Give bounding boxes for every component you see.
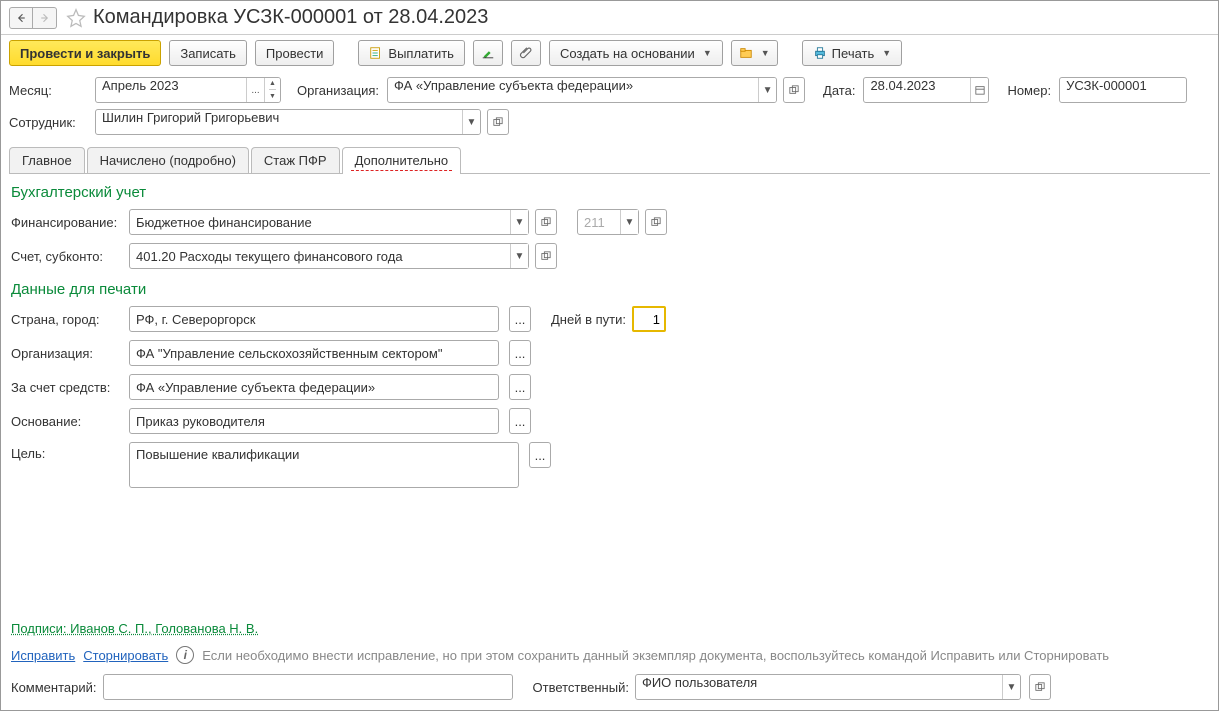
employee-dropdown[interactable]: ▼ bbox=[462, 110, 480, 134]
save-button[interactable]: Записать bbox=[169, 40, 247, 66]
correct-link[interactable]: Исправить bbox=[11, 648, 75, 663]
funds-input[interactable]: ФА «Управление субъекта федерации» bbox=[129, 374, 499, 400]
favorite-button[interactable] bbox=[65, 7, 87, 29]
employee-input[interactable]: Шилин Григорий Григорьевич ▼ bbox=[95, 109, 481, 135]
pay-button[interactable]: Выплатить bbox=[358, 40, 465, 66]
storno-link[interactable]: Сторнировать bbox=[83, 648, 168, 663]
header-form: Месяц: Апрель 2023 ... ▲▼ Организация: Ф… bbox=[1, 71, 1218, 143]
external-icon bbox=[651, 217, 661, 227]
app-window: Командировка УСЗК-000001 от 28.04.2023 П… bbox=[0, 0, 1219, 711]
highlight-button[interactable] bbox=[473, 40, 503, 66]
org-open-button[interactable] bbox=[783, 77, 805, 103]
external-icon bbox=[493, 117, 503, 127]
tab-bar: Главное Начислено (подробно) Стаж ПФР До… bbox=[9, 147, 1210, 174]
country-input[interactable]: РФ, г. Североргорск bbox=[129, 306, 499, 332]
comment-input[interactable] bbox=[103, 674, 513, 700]
toolbar: Провести и закрыть Записать Провести Вып… bbox=[1, 35, 1218, 71]
print-org-label: Организация: bbox=[11, 346, 123, 361]
org-label: Организация: bbox=[297, 83, 379, 98]
goal-input[interactable]: Повышение квалификации bbox=[129, 442, 519, 488]
forward-button[interactable] bbox=[33, 7, 57, 29]
number-input[interactable]: УСЗК-000001 bbox=[1059, 77, 1187, 103]
employee-label: Сотрудник: bbox=[9, 115, 91, 130]
funds-label: За счет средств: bbox=[11, 380, 123, 395]
responsible-open-button[interactable] bbox=[1029, 674, 1051, 700]
responsible-label: Ответственный: bbox=[533, 680, 629, 695]
paperclip-icon bbox=[519, 46, 533, 60]
tab-accrued[interactable]: Начислено (подробно) bbox=[87, 147, 249, 173]
calendar-icon bbox=[975, 85, 985, 95]
external-icon bbox=[541, 217, 551, 227]
number-label: Номер: bbox=[1007, 83, 1051, 98]
registry-button[interactable]: ▼ bbox=[731, 40, 778, 66]
account-open-button[interactable] bbox=[535, 243, 557, 269]
date-input[interactable]: 28.04.2023 bbox=[863, 77, 989, 103]
financing-open-button[interactable] bbox=[535, 209, 557, 235]
month-spinner[interactable]: ▲▼ bbox=[264, 78, 280, 102]
basis-input[interactable]: Приказ руководителя bbox=[129, 408, 499, 434]
printdata-title: Данные для печати bbox=[11, 281, 1208, 298]
create-based-on-button[interactable]: Создать на основании▼ bbox=[549, 40, 723, 66]
goal-more-button[interactable]: ... bbox=[529, 442, 551, 468]
external-icon bbox=[789, 85, 799, 95]
tab-pfr[interactable]: Стаж ПФР bbox=[251, 147, 340, 173]
folder-icon bbox=[739, 46, 753, 60]
account-dropdown[interactable]: ▼ bbox=[510, 244, 528, 268]
title-bar: Командировка УСЗК-000001 от 28.04.2023 bbox=[1, 1, 1218, 35]
print-org-input[interactable]: ФА "Управление сельскохозяйственным сект… bbox=[129, 340, 499, 366]
basis-label: Основание: bbox=[11, 414, 123, 429]
responsible-input[interactable]: ФИО пользователя ▼ bbox=[635, 674, 1021, 700]
basis-more-button[interactable]: ... bbox=[509, 408, 531, 434]
signatures-link[interactable]: Подписи: Иванов С. П., Голованова Н. В. bbox=[11, 621, 258, 636]
month-more-button[interactable]: ... bbox=[246, 78, 264, 102]
footer: Подписи: Иванов С. П., Голованова Н. В. … bbox=[1, 615, 1218, 710]
arrow-right-icon bbox=[39, 12, 51, 24]
employee-open-button[interactable] bbox=[487, 109, 509, 135]
info-icon: i bbox=[176, 646, 194, 664]
kosgu-open-button[interactable] bbox=[645, 209, 667, 235]
financing-dropdown[interactable]: ▼ bbox=[510, 210, 528, 234]
marker-icon bbox=[481, 46, 495, 60]
country-more-button[interactable]: ... bbox=[509, 306, 531, 332]
org-dropdown[interactable]: ▼ bbox=[758, 78, 776, 102]
window-title: Командировка УСЗК-000001 от 28.04.2023 bbox=[93, 6, 488, 29]
document-icon bbox=[369, 46, 383, 60]
financing-input[interactable]: Бюджетное финансирование ▼ bbox=[129, 209, 529, 235]
financing-label: Финансирование: bbox=[11, 215, 123, 230]
account-input[interactable]: 401.20 Расходы текущего финансового года… bbox=[129, 243, 529, 269]
country-label: Страна, город: bbox=[11, 312, 123, 327]
accounting-title: Бухгалтерский учет bbox=[11, 184, 1208, 201]
goal-label: Цель: bbox=[11, 442, 123, 461]
attach-button[interactable] bbox=[511, 40, 541, 66]
tab-main[interactable]: Главное bbox=[9, 147, 85, 173]
comment-label: Комментарий: bbox=[11, 680, 97, 695]
print-button[interactable]: Печать▼ bbox=[802, 40, 903, 66]
responsible-dropdown[interactable]: ▼ bbox=[1002, 675, 1020, 699]
org-input[interactable]: ФА «Управление субъекта федерации» ▼ bbox=[387, 77, 777, 103]
month-input[interactable]: Апрель 2023 ... ▲▼ bbox=[95, 77, 281, 103]
kosgu-input[interactable]: 211 ▼ bbox=[577, 209, 639, 235]
back-button[interactable] bbox=[9, 7, 33, 29]
arrow-left-icon bbox=[15, 12, 27, 24]
post-and-close-button[interactable]: Провести и закрыть bbox=[9, 40, 161, 66]
correction-hint: Если необходимо внести исправление, но п… bbox=[202, 648, 1109, 663]
date-label: Дата: bbox=[823, 83, 855, 98]
post-button[interactable]: Провести bbox=[255, 40, 335, 66]
external-icon bbox=[1035, 682, 1045, 692]
days-label: Дней в пути: bbox=[551, 312, 626, 327]
days-input[interactable] bbox=[632, 306, 666, 332]
tab-extra[interactable]: Дополнительно bbox=[342, 147, 462, 173]
month-label: Месяц: bbox=[9, 83, 91, 98]
print-org-more-button[interactable]: ... bbox=[509, 340, 531, 366]
date-picker-button[interactable] bbox=[970, 78, 988, 102]
funds-more-button[interactable]: ... bbox=[509, 374, 531, 400]
kosgu-dropdown[interactable]: ▼ bbox=[620, 210, 638, 234]
account-label: Счет, субконто: bbox=[11, 249, 123, 264]
external-icon bbox=[541, 251, 551, 261]
content-area: Бухгалтерский учет Финансирование: Бюдже… bbox=[1, 174, 1218, 615]
star-icon bbox=[66, 8, 86, 28]
printer-icon bbox=[813, 46, 827, 60]
